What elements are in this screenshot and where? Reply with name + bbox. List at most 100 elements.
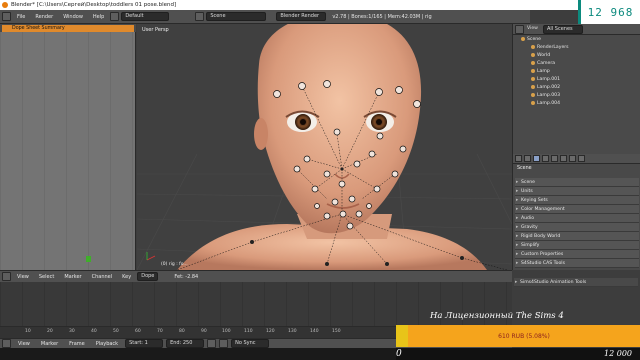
properties-tabs [513, 154, 640, 164]
world-tab-icon[interactable] [542, 155, 549, 162]
dopesheet-editor-icon[interactable] [2, 272, 11, 281]
outliner-row-renderlayers[interactable]: RenderLayers [513, 44, 640, 52]
constraints-tab-icon[interactable] [560, 155, 567, 162]
lamp-icon [531, 68, 535, 73]
timeline-bottom-view[interactable]: View [14, 341, 34, 347]
panel-keying-sets[interactable]: Keying Sets [515, 196, 639, 205]
panel-color-management[interactable]: Color Management [515, 205, 639, 214]
panel-s4studio-cas-tools[interactable]: S4Studio CAS Tools [515, 259, 639, 268]
play-reverse-icon[interactable] [207, 339, 217, 348]
editor-type-icon[interactable] [2, 12, 11, 21]
modifiers-tab-icon[interactable] [569, 155, 576, 162]
timeline-menu-select[interactable]: Select [35, 274, 58, 280]
end-frame-field[interactable]: End: 250 [166, 339, 205, 348]
layout-selector[interactable]: Default [121, 12, 170, 21]
ruler-tick: 130 [288, 329, 297, 334]
ruler-tick: 100 [222, 329, 231, 334]
dope-sheet-grid[interactable] [0, 32, 136, 270]
timeline-menu-marker[interactable]: Marker [60, 274, 85, 280]
blender-logo-icon [2, 2, 8, 8]
layout-icon[interactable] [110, 12, 120, 21]
viewer-counter: 12 968 [578, 0, 640, 24]
ruler-tick: 10 [25, 329, 31, 334]
outliner-row-lamp[interactable]: Lamp [513, 68, 640, 76]
donation-progress-fill [396, 325, 408, 347]
viewport-status: (0) rig : fo... [161, 262, 188, 267]
menu-render[interactable]: Render [31, 14, 57, 20]
panel-simplify[interactable]: Simplify [515, 241, 639, 250]
baby-ear [254, 118, 268, 150]
lamp-icon [531, 76, 535, 81]
scene-selector[interactable]: Scene [206, 12, 267, 21]
timeline-menu-key[interactable]: Key [118, 274, 135, 280]
dope-sheet-summary-row[interactable]: Dope Sheet Summary [2, 25, 134, 32]
ruler-tick: 90 [201, 329, 207, 334]
donation-range-max: 12 000 [604, 349, 632, 358]
timeline-header: View Select Marker Channel Key Dope Fet:… [0, 270, 512, 282]
timeline-editor-icon[interactable] [2, 339, 11, 348]
outliner-display-selector[interactable]: All Scenes [543, 25, 583, 34]
outliner-row-lamp-001[interactable]: Lamp.001 [513, 76, 640, 84]
window-title: Blender* [C:\Users\Сергей\Desktop\toddle… [11, 2, 177, 8]
scene-icon [521, 36, 525, 41]
scene-info: v2.78 | Bones:1/165 | Mem:42.03M | rig [332, 13, 432, 20]
donation-progress-bar: 610 RUB (5.08%) [396, 325, 640, 347]
start-frame-field[interactable]: Start: 1 [125, 339, 164, 348]
scene-icon[interactable] [195, 12, 205, 21]
viewport-scene [137, 24, 512, 270]
dope-sheet-channels: Dope Sheet Summary [0, 24, 136, 270]
menu-file[interactable]: File [13, 14, 29, 20]
play-icon[interactable] [219, 339, 229, 348]
render-layers-tab-icon[interactable] [524, 155, 531, 162]
panel-scene[interactable]: Scene [515, 178, 639, 187]
donation-goal-caption: На Лицензионный The Sims 4 [430, 311, 564, 321]
ruler-tick: 20 [47, 329, 53, 334]
ruler-tick: 30 [69, 329, 75, 334]
axis-gizmo [146, 252, 156, 261]
outliner-view-menu[interactable]: View [527, 26, 538, 31]
ruler-tick: 50 [113, 329, 119, 334]
outliner-row-lamp-002[interactable]: Lamp.002 [513, 84, 640, 92]
current-frame-marker[interactable] [86, 256, 91, 262]
panel-custom-properties[interactable]: Custom Properties [515, 250, 639, 259]
panel-gravity[interactable]: Gravity [515, 223, 639, 232]
ruler-tick: 140 [310, 329, 319, 334]
timeline-menu-channel[interactable]: Channel [88, 274, 117, 280]
timeline-bottom-frame[interactable]: Frame [65, 341, 89, 347]
ruler-tick: 40 [91, 329, 97, 334]
properties-panel: Scene Scene Units Keying Sets Color Mana… [512, 154, 640, 270]
render-engine-selector[interactable]: Blender Render [276, 12, 327, 21]
timeline-bottom-playback[interactable]: Playback [92, 341, 122, 347]
outliner-header: View All Scenes [513, 24, 640, 35]
ruler-tick: 110 [244, 329, 253, 334]
outliner-editor-icon[interactable] [515, 25, 524, 34]
scene-tab-icon[interactable] [533, 155, 540, 162]
baby-head [257, 24, 422, 234]
3d-viewport[interactable]: User Persp (0) rig : fo... [137, 24, 512, 270]
dopesheet-mode-selector[interactable]: Dope [137, 272, 159, 281]
world-icon [531, 52, 535, 57]
panel-units[interactable]: Units [515, 187, 639, 196]
outliner-row-world[interactable]: World [513, 52, 640, 60]
outliner-row-camera[interactable]: Camera [513, 60, 640, 68]
object-tab-icon[interactable] [551, 155, 558, 162]
panel-sims4studio-animation-tools[interactable]: Sims4Studio Animation Tools [514, 278, 638, 287]
ruler-tick: 80 [179, 329, 185, 334]
donation-progress-text: 610 RUB (5.08%) [498, 332, 550, 340]
cursor-value: Fet: -2.84 [174, 273, 199, 280]
panel-audio[interactable]: Audio [515, 214, 639, 223]
outliner-row-scene[interactable]: Scene [513, 36, 640, 44]
menu-window[interactable]: Window [59, 14, 87, 20]
render-tab-icon[interactable] [515, 155, 522, 162]
ruler-tick: 120 [266, 329, 275, 334]
data-tab-icon[interactable] [578, 155, 585, 162]
sync-mode-selector[interactable]: No Sync [231, 339, 270, 348]
donation-range-min: 0 [396, 349, 402, 359]
timeline-menu-view[interactable]: View [13, 274, 33, 280]
timeline-bottom-marker[interactable]: Marker [37, 341, 62, 347]
outliner-row-lamp-004[interactable]: Lamp.004 [513, 100, 640, 108]
ruler-tick: 150 [332, 329, 341, 334]
outliner-row-lamp-003[interactable]: Lamp.003 [513, 92, 640, 100]
menu-help[interactable]: Help [89, 14, 108, 20]
panel-rigid-body-world[interactable]: Rigid Body World [515, 232, 639, 241]
